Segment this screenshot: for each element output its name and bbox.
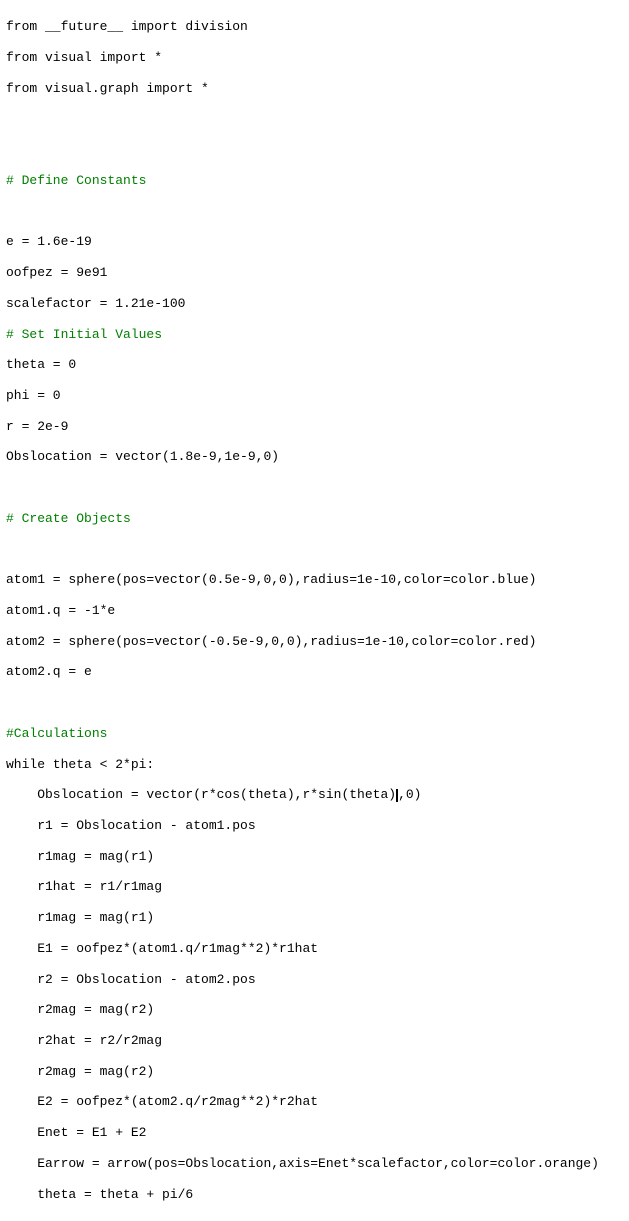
code-line-7: e = 1.6e-19 [6, 234, 623, 249]
code-line-13: r = 2e-9 [6, 419, 623, 434]
code-line-27: r1mag = mag(r1) [6, 849, 623, 864]
code-line-20: atom2 = sphere(pos=vector(-0.5e-9,0,0),r… [6, 634, 623, 649]
code-line-25: Obslocation = vector(r*cos(theta),r*sin(… [6, 787, 623, 802]
text-cursor [396, 789, 398, 802]
code-line-8: oofpez = 9e91 [6, 265, 623, 280]
code-line-21: atom2.q = e [6, 664, 623, 679]
code-line-5: # Define Constants [6, 173, 623, 188]
code-line-23: #Calculations [6, 726, 623, 741]
code-line-37: Earrow = arrow(pos=Obslocation,axis=Enet… [6, 1156, 623, 1171]
code-line-9: scalefactor = 1.21e-100 [6, 296, 623, 311]
code-line-31: r2 = Obslocation - atom2.pos [6, 972, 623, 987]
code-line-29: r1mag = mag(r1) [6, 910, 623, 925]
code-line-34: r2mag = mag(r2) [6, 1064, 623, 1079]
code-line-11: theta = 0 [6, 357, 623, 372]
code-line-30: E1 = oofpez*(atom1.q/r1mag**2)*r1hat [6, 941, 623, 956]
code-line-38: theta = theta + pi/6 [6, 1187, 623, 1202]
code-line-1: from visual import * [6, 50, 623, 65]
code-line-22 [6, 695, 623, 710]
code-line-14: Obslocation = vector(1.8e-9,1e-9,0) [6, 449, 623, 464]
code-line-15 [6, 480, 623, 495]
code-line-2: from visual.graph import * [6, 81, 623, 96]
code-line-19: atom1.q = -1*e [6, 603, 623, 618]
code-line-4 [6, 142, 623, 157]
code-line-10: # Set Initial Values [6, 327, 623, 342]
code-line-35: E2 = oofpez*(atom2.q/r2mag**2)*r2hat [6, 1094, 623, 1109]
code-line-18: atom1 = sphere(pos=vector(0.5e-9,0,0),ra… [6, 572, 623, 587]
code-line-12: phi = 0 [6, 388, 623, 403]
code-line-17 [6, 542, 623, 557]
code-line-26: r1 = Obslocation - atom1.pos [6, 818, 623, 833]
code-line-0: from __future__ import division [6, 19, 623, 34]
code-editor[interactable]: from __future__ import division from vis… [0, 0, 629, 1221]
code-line-36: Enet = E1 + E2 [6, 1125, 623, 1140]
code-line-33: r2hat = r2/r2mag [6, 1033, 623, 1048]
code-line-24: while theta < 2*pi: [6, 757, 623, 772]
code-line-3 [6, 111, 623, 126]
code-line-6 [6, 204, 623, 219]
code-line-16: # Create Objects [6, 511, 623, 526]
code-line-32: r2mag = mag(r2) [6, 1002, 623, 1017]
code-line-28: r1hat = r1/r1mag [6, 879, 623, 894]
